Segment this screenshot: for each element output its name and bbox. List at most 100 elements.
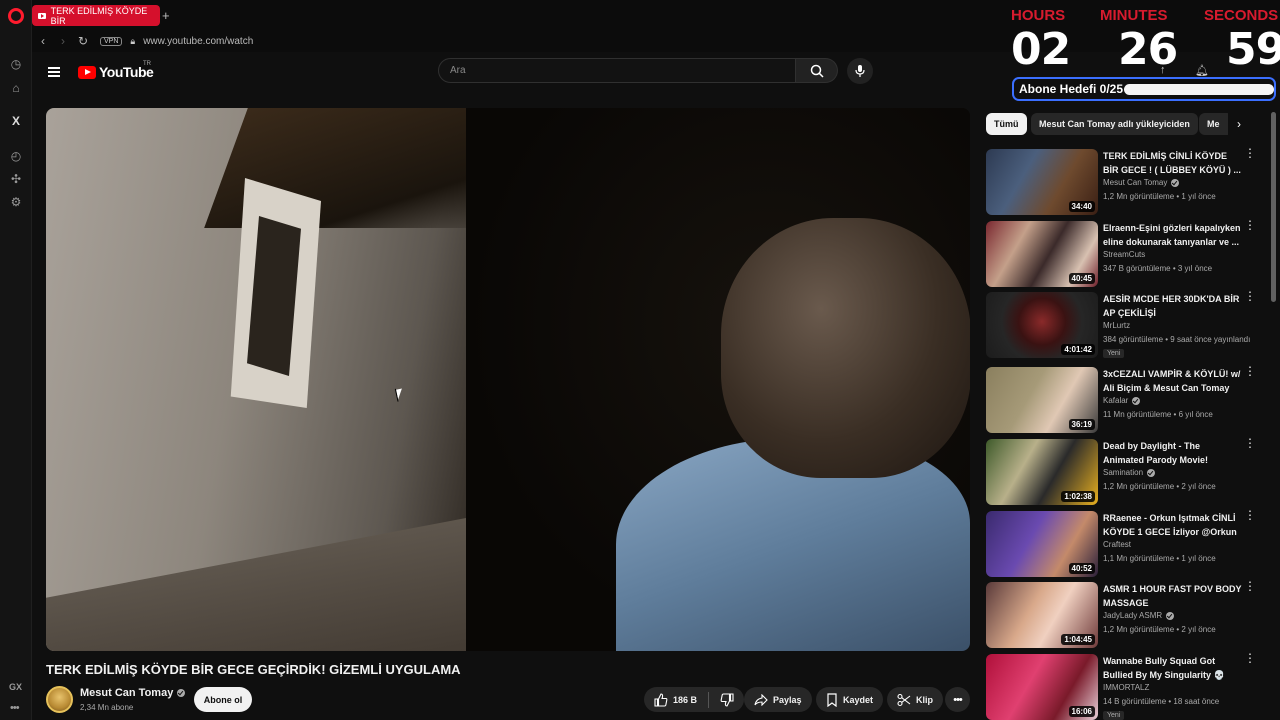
aria-icon[interactable]: ⌂ — [8, 80, 24, 96]
video-thumbnail[interactable]: 36:19 — [986, 367, 1098, 433]
video-thumbnail[interactable]: 34:40 — [986, 149, 1098, 215]
lock-icon[interactable]: 🔒︎ — [130, 36, 135, 47]
recommendation-title[interactable]: Dead by Daylight - The Animated Parody M… — [1103, 439, 1243, 467]
recommendation-channel[interactable]: Mesut Can Tomay — [1103, 178, 1180, 187]
recommendation-meta: 14 B görüntüleme • 18 saat önce — [1103, 697, 1220, 706]
active-tab[interactable]: TERK EDİLMİŞ KÖYDE BİR — [32, 5, 160, 26]
speed-dial-icon[interactable]: ◷ — [8, 56, 24, 72]
recommendation-title[interactable]: Wannabe Bully Squad Got Bullied By My Si… — [1103, 654, 1243, 682]
video-thumbnail[interactable]: 40:52 — [986, 511, 1098, 577]
recommendation-channel-name: Kafalar — [1103, 396, 1129, 405]
channel-name[interactable]: Mesut Can Tomay — [80, 687, 186, 699]
extensions-icon[interactable]: ✣ — [8, 171, 24, 187]
recommendation-channel-name: Samination — [1103, 468, 1144, 477]
settings-gear-icon[interactable]: ⚙ — [8, 194, 24, 210]
gx-label[interactable]: GX — [9, 682, 22, 692]
kebab-menu-icon[interactable]: ⋮ — [1244, 509, 1256, 521]
recommendation-channel-name: StreamCuts — [1103, 250, 1146, 259]
search-icon — [810, 64, 824, 78]
more-options-icon[interactable]: ••• — [10, 702, 20, 714]
thumbs-up-icon — [654, 692, 668, 707]
kebab-menu-icon[interactable]: ⋮ — [1244, 219, 1256, 231]
kebab-menu-icon[interactable]: ⋮ — [1244, 147, 1256, 159]
countdown-overlay: HOURS MINUTES SECONDS 02 26 59 Abone Hed… — [1004, 0, 1280, 108]
recommendation-item[interactable]: 34:40 TERK EDİLMİŞ CİNLİ KÖYDE BİR GECE … — [986, 147, 1266, 217]
url-field[interactable]: www.youtube.com/watch — [143, 36, 253, 47]
video-thumbnail[interactable]: 1:04:45 — [986, 582, 1098, 648]
dislike-button[interactable] — [720, 692, 734, 707]
duration-badge: 16:06 — [1068, 706, 1095, 717]
back-icon[interactable]: ‹ — [34, 34, 52, 48]
share-label: Paylaş — [773, 694, 802, 705]
chevron-right-icon[interactable]: › — [1228, 113, 1250, 135]
verified-icon — [177, 689, 186, 697]
channel-avatar[interactable] — [46, 686, 73, 713]
kebab-menu-icon[interactable]: ⋮ — [1244, 580, 1256, 592]
recommendation-channel[interactable]: Craftest — [1103, 540, 1131, 549]
video-player[interactable] — [46, 108, 970, 651]
video-thumbnail[interactable]: 16:06 — [986, 654, 1098, 720]
duration-badge: 40:52 — [1068, 563, 1095, 574]
recommendation-title[interactable]: RRaenee - Orkun Işıtmak CİNLİ KÖYDE 1 GE… — [1103, 511, 1243, 539]
more-actions-icon[interactable]: ••• — [945, 687, 970, 712]
forward-icon[interactable]: › — [54, 34, 72, 48]
hours-value: 02 — [1011, 24, 1071, 75]
verified-icon — [1166, 611, 1175, 620]
microphone-icon — [855, 65, 865, 77]
recommendation-meta: 1,2 Mn görüntüleme • 1 yıl önce — [1103, 192, 1216, 201]
opera-logo-icon[interactable] — [8, 8, 24, 24]
verified-icon — [1132, 396, 1141, 405]
recommendation-channel[interactable]: IMMORTALZ — [1103, 683, 1149, 692]
reload-icon[interactable]: ↻ — [74, 34, 92, 48]
save-button[interactable]: Kaydet — [816, 687, 884, 712]
video-thumbnail[interactable]: 4:01:42 — [986, 292, 1098, 358]
vpn-badge[interactable]: VPN — [100, 36, 123, 46]
chip-all[interactable]: Tümü — [986, 113, 1027, 135]
search-input[interactable]: Ara — [438, 58, 796, 83]
recommendation-item[interactable]: 40:45 Elraenn-Eşini gözleri kapalıyken e… — [986, 219, 1266, 289]
recommendation-title[interactable]: ASMR 1 HOUR FAST POV BODY MASSAGE — [1103, 582, 1243, 610]
verified-icon — [1171, 178, 1180, 187]
kebab-menu-icon[interactable]: ⋮ — [1244, 365, 1256, 377]
recommendation-channel-name: JadyLady ASMR — [1103, 611, 1163, 620]
search-button[interactable] — [796, 58, 838, 83]
kebab-menu-icon[interactable]: ⋮ — [1244, 652, 1256, 664]
history-icon[interactable]: ◴ — [8, 148, 24, 164]
recommendation-title[interactable]: Elraenn-Eşini gözleri kapalıyken eline d… — [1103, 221, 1243, 249]
kebab-menu-icon[interactable]: ⋮ — [1244, 437, 1256, 449]
recommendation-item[interactable]: 40:52 RRaenee - Orkun Işıtmak CİNLİ KÖYD… — [986, 509, 1266, 579]
voice-search-button[interactable] — [847, 58, 873, 84]
x-twitter-icon[interactable]: X — [8, 113, 24, 129]
subscribe-button[interactable]: Abone ol — [194, 687, 252, 712]
recommendation-channel[interactable]: Kafalar — [1103, 396, 1141, 405]
kebab-menu-icon[interactable]: ⋮ — [1244, 290, 1256, 302]
sidebar-scrollbar[interactable] — [1271, 112, 1276, 302]
share-icon — [754, 693, 768, 706]
recommendation-channel[interactable]: Samination — [1103, 468, 1156, 477]
goal-label: Abone Hedefi 0/25 — [1019, 82, 1124, 96]
recommendation-meta: 1,2 Mn görüntüleme • 2 yıl önce — [1103, 625, 1216, 634]
recommendation-channel[interactable]: JadyLady ASMR — [1103, 611, 1175, 620]
new-tab-icon[interactable]: + — [162, 8, 170, 23]
chip-from-uploader[interactable]: Mesut Can Tomay adlı yükleyiciden — [1031, 113, 1198, 135]
recommendation-item[interactable]: 4:01:42 AESİR MCDE HER 30DK'DA BİR AP ÇE… — [986, 290, 1266, 360]
recommendation-channel[interactable]: StreamCuts — [1103, 250, 1145, 259]
video-thumbnail[interactable]: 40:45 — [986, 221, 1098, 287]
recommendation-item[interactable]: 1:04:45 ASMR 1 HOUR FAST POV BODY MASSAG… — [986, 580, 1266, 650]
recommendation-channel[interactable]: MrLurtz — [1103, 321, 1130, 330]
bookmark-icon — [827, 692, 837, 707]
recommendation-item[interactable]: 36:19 3xCEZALI VAMPİR & KÖYLÜ! w/ Ali Bi… — [986, 365, 1266, 435]
save-label: Kaydet — [843, 694, 874, 705]
recommendation-item[interactable]: 1:02:38 Dead by Daylight - The Animated … — [986, 437, 1266, 507]
recommendation-title[interactable]: AESİR MCDE HER 30DK'DA BİR AP ÇEKİLİŞİ — [1103, 292, 1243, 320]
menu-icon[interactable] — [48, 67, 60, 77]
video-thumbnail[interactable]: 1:02:38 — [986, 439, 1098, 505]
recommendation-item[interactable]: 16:06 Wannabe Bully Squad Got Bullied By… — [986, 652, 1266, 720]
recommendation-title[interactable]: 3xCEZALI VAMPİR & KÖYLÜ! w/ Ali Biçim & … — [1103, 367, 1243, 395]
duration-badge: 36:19 — [1068, 419, 1095, 430]
recommendation-title[interactable]: TERK EDİLMİŞ CİNLİ KÖYDE BİR GECE ! ( LÜ… — [1103, 149, 1243, 177]
share-button[interactable]: Paylaş — [744, 687, 812, 712]
goal-progress-bar — [1124, 84, 1274, 95]
like-button[interactable]: 186 B — [654, 692, 697, 707]
clip-button[interactable]: Klip — [887, 687, 943, 712]
